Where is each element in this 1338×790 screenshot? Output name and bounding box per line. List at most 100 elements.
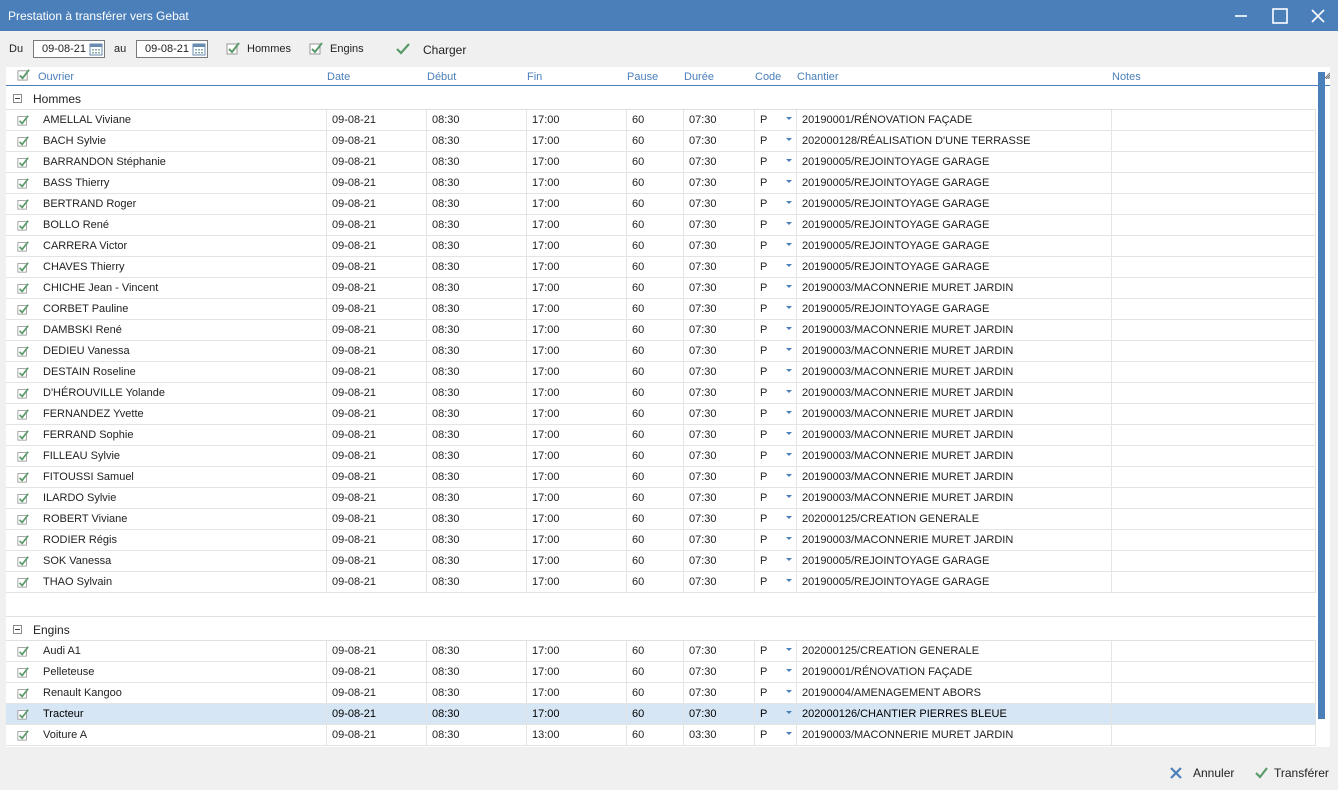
- cell-notes[interactable]: [1112, 383, 1316, 403]
- cell-debut[interactable]: 08:30: [427, 683, 527, 703]
- cell-fin[interactable]: 17:00: [527, 683, 627, 703]
- cell-code[interactable]: P: [755, 320, 797, 340]
- row-checkbox-icon[interactable]: [17, 645, 29, 657]
- dropdown-arrow-icon[interactable]: [786, 579, 792, 582]
- cell-duree[interactable]: 07:30: [684, 488, 755, 508]
- cell-date[interactable]: 09-08-21: [327, 257, 427, 277]
- cell-date[interactable]: 09-08-21: [327, 725, 427, 745]
- cell-notes[interactable]: [1112, 110, 1316, 130]
- select-all-checkbox-icon[interactable]: [17, 68, 30, 81]
- cell-notes[interactable]: [1112, 362, 1316, 382]
- cell-date[interactable]: 09-08-21: [327, 278, 427, 298]
- cell-chantier[interactable]: 20190003/MACONNERIE MURET JARDIN: [797, 425, 1112, 445]
- cell-code[interactable]: P: [755, 425, 797, 445]
- dropdown-arrow-icon[interactable]: [786, 327, 792, 330]
- cell-code[interactable]: P: [755, 641, 797, 661]
- cell-notes[interactable]: [1112, 530, 1316, 550]
- cell-pause[interactable]: 60: [627, 362, 684, 382]
- cell-duree[interactable]: 07:30: [684, 341, 755, 361]
- cell-notes[interactable]: [1112, 215, 1316, 235]
- cell-duree[interactable]: 07:30: [684, 236, 755, 256]
- row-checkbox-icon[interactable]: [17, 135, 29, 147]
- cell-ouvrier[interactable]: BOLLO René: [38, 215, 327, 235]
- collapse-icon[interactable]: [13, 625, 22, 634]
- cell-notes[interactable]: [1112, 683, 1316, 703]
- cell-fin[interactable]: 17:00: [527, 572, 627, 592]
- cell-pause[interactable]: 60: [627, 278, 684, 298]
- group-header-hommes[interactable]: Hommes: [6, 86, 1316, 110]
- cell-code[interactable]: P: [755, 110, 797, 130]
- cell-ouvrier[interactable]: DESTAIN Roseline: [38, 362, 327, 382]
- dropdown-arrow-icon[interactable]: [786, 516, 792, 519]
- cell-code[interactable]: P: [755, 257, 797, 277]
- cell-code[interactable]: P: [755, 530, 797, 550]
- cell-duree[interactable]: 07:30: [684, 467, 755, 487]
- cell-date[interactable]: 09-08-21: [327, 509, 427, 529]
- cell-debut[interactable]: 08:30: [427, 725, 527, 745]
- dropdown-arrow-icon[interactable]: [786, 690, 792, 693]
- group-header-engins[interactable]: Engins: [6, 617, 1316, 641]
- cell-fin[interactable]: 17:00: [527, 236, 627, 256]
- table-row[interactable]: FERRAND Sophie 09-08-21 08:30 17:00 60 07:30 P…: [6, 425, 1316, 446]
- row-checkbox-icon[interactable]: [17, 177, 29, 189]
- row-checkbox-icon[interactable]: [17, 450, 29, 462]
- cell-duree[interactable]: 07:30: [684, 683, 755, 703]
- cell-pause[interactable]: 60: [627, 509, 684, 529]
- cell-code[interactable]: P: [755, 131, 797, 151]
- cell-notes[interactable]: [1112, 704, 1316, 724]
- cell-notes[interactable]: [1112, 173, 1316, 193]
- dropdown-arrow-icon[interactable]: [786, 243, 792, 246]
- table-row[interactable]: Pelleteuse 09-08-21 08:30 17:00 60 07:30 P 2019…: [6, 662, 1316, 683]
- cell-notes[interactable]: [1112, 236, 1316, 256]
- cell-notes[interactable]: [1112, 725, 1316, 745]
- cell-chantier[interactable]: 20190003/MACONNERIE MURET JARDIN: [797, 383, 1112, 403]
- row-checkbox-icon[interactable]: [17, 492, 29, 504]
- cell-fin[interactable]: 17:00: [527, 341, 627, 361]
- column-header-ouvrier[interactable]: Ouvrier: [38, 71, 74, 83]
- date-from-field[interactable]: 09-08-21: [33, 40, 105, 58]
- cell-notes[interactable]: [1112, 404, 1316, 424]
- cell-notes[interactable]: [1112, 257, 1316, 277]
- cell-fin[interactable]: 17:00: [527, 662, 627, 682]
- cell-duree[interactable]: 07:30: [684, 662, 755, 682]
- row-checkbox-icon[interactable]: [17, 219, 29, 231]
- maximize-button[interactable]: [1261, 0, 1299, 31]
- cell-chantier[interactable]: 20190003/MACONNERIE MURET JARDIN: [797, 488, 1112, 508]
- cell-pause[interactable]: 60: [627, 383, 684, 403]
- cell-pause[interactable]: 60: [627, 341, 684, 361]
- cell-notes[interactable]: [1112, 194, 1316, 214]
- cell-chantier[interactable]: 20190003/MACONNERIE MURET JARDIN: [797, 467, 1112, 487]
- vertical-scrollbar[interactable]: [1318, 72, 1325, 719]
- cell-pause[interactable]: 60: [627, 725, 684, 745]
- cell-chantier[interactable]: 202000128/RÉALISATION D'UNE TERRASSE: [797, 131, 1112, 151]
- table-row[interactable]: ILARDO Sylvie 09-08-21 08:30 17:00 60 07:30 P 2…: [6, 488, 1316, 509]
- table-row[interactable]: CORBET Pauline 09-08-21 08:30 17:00 60 07:30 P…: [6, 299, 1316, 320]
- table-row[interactable]: RODIER Régis 09-08-21 08:30 17:00 60 07:30 P 20…: [6, 530, 1316, 551]
- dropdown-arrow-icon[interactable]: [786, 537, 792, 540]
- cell-ouvrier[interactable]: Renault Kangoo: [38, 683, 327, 703]
- cell-ouvrier[interactable]: ROBERT Viviane: [38, 509, 327, 529]
- calendar-icon[interactable]: [192, 42, 206, 56]
- row-checkbox-icon[interactable]: [17, 429, 29, 441]
- cell-duree[interactable]: 07:30: [684, 704, 755, 724]
- cell-date[interactable]: 09-08-21: [327, 488, 427, 508]
- cell-duree[interactable]: 07:30: [684, 278, 755, 298]
- row-checkbox-icon[interactable]: [17, 555, 29, 567]
- cell-code[interactable]: P: [755, 152, 797, 172]
- row-checkbox-icon[interactable]: [17, 282, 29, 294]
- cell-date[interactable]: 09-08-21: [327, 467, 427, 487]
- column-header-pause[interactable]: Pause: [627, 71, 658, 83]
- cell-debut[interactable]: 08:30: [427, 131, 527, 151]
- dropdown-arrow-icon[interactable]: [786, 222, 792, 225]
- cell-pause[interactable]: 60: [627, 320, 684, 340]
- cell-chantier[interactable]: 202000125/CREATION GENERALE: [797, 641, 1112, 661]
- cell-duree[interactable]: 07:30: [684, 404, 755, 424]
- cell-fin[interactable]: 17:00: [527, 110, 627, 130]
- cell-ouvrier[interactable]: FILLEAU Sylvie: [38, 446, 327, 466]
- cell-notes[interactable]: [1112, 467, 1316, 487]
- row-checkbox-icon[interactable]: [17, 366, 29, 378]
- cell-pause[interactable]: 60: [627, 446, 684, 466]
- cell-duree[interactable]: 07:30: [684, 173, 755, 193]
- cell-chantier[interactable]: 20190005/REJOINTOYAGE GARAGE: [797, 299, 1112, 319]
- cell-date[interactable]: 09-08-21: [327, 446, 427, 466]
